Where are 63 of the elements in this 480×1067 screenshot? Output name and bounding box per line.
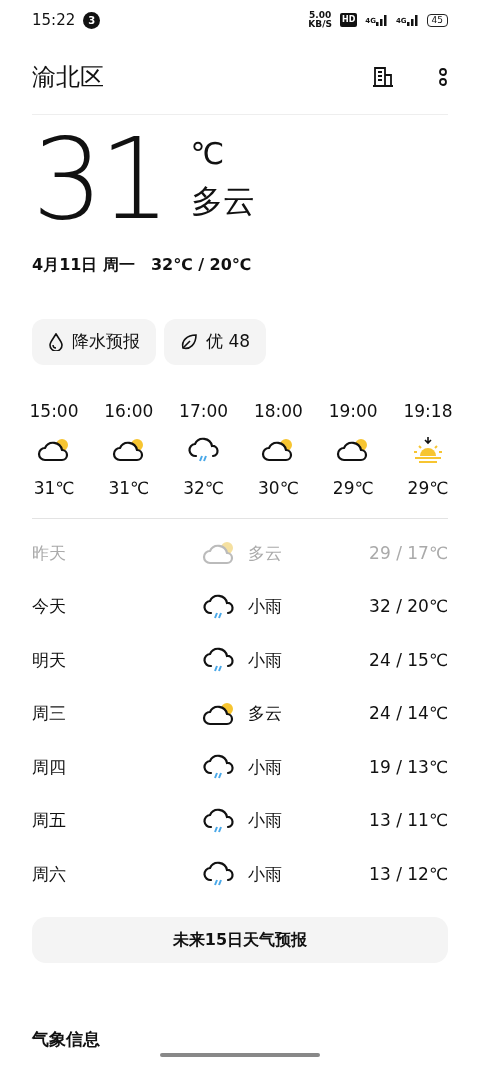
day-temperature-range: 19 / 13℃ [369, 755, 448, 779]
hour-time: 16:00 [104, 399, 154, 423]
day-name: 周三 [32, 702, 67, 725]
day-name: 明天 [32, 648, 67, 672]
day-condition: 小雨 [248, 862, 283, 886]
day-name: 周六 [32, 862, 67, 886]
day-name: 周五 [32, 809, 67, 832]
temperature-unit: ℃ [190, 139, 226, 169]
home-indicator[interactable] [160, 1052, 320, 1057]
hour-temperature: 30℃ [258, 477, 299, 500]
day-condition: 多云 [248, 541, 283, 565]
day-condition: 小雨 [248, 809, 283, 832]
cloud-rain-icon [186, 436, 221, 464]
forecast-button[interactable]: 未来15日天气预报 [32, 917, 448, 963]
date-text: 4月11日 周一 [32, 254, 135, 276]
hour-temperature: 29℃ [332, 477, 374, 500]
day-condition: 多云 [248, 702, 283, 725]
hour-time: 19:00 [328, 399, 378, 423]
signal-icon [375, 14, 388, 26]
day-temperature-range: 24 / 15℃ [369, 648, 448, 672]
status-time: 15:22 [32, 9, 76, 31]
day-name: 今天 [32, 595, 67, 618]
day-condition: 小雨 [248, 595, 283, 618]
drop-icon [48, 332, 64, 351]
cloud-sun-icon [111, 437, 146, 463]
section-title: 气象信息 [32, 1028, 100, 1051]
hour-time: 19:18 [403, 399, 453, 423]
notification-badge: 3 [83, 11, 101, 29]
hour-time: 18:00 [253, 399, 303, 423]
temperature-range: 32℃ / 20℃ [150, 254, 252, 276]
building-icon[interactable] [372, 66, 394, 88]
day-temperature-range: 24 / 14℃ [369, 702, 448, 725]
cloud-sun-icon [202, 700, 236, 727]
day-temperature-range: 32 / 20℃ [369, 595, 448, 618]
cloud-rain-icon [202, 592, 236, 621]
cloud-sun-icon [37, 437, 71, 463]
day-temperature-range: 29 / 17℃ [369, 541, 448, 565]
day-temperature-range: 13 / 12℃ [369, 862, 448, 886]
current-condition: 多云 [190, 185, 255, 217]
signal-icon [406, 14, 419, 26]
day-name: 周四 [32, 755, 67, 779]
current-temperature: 31 [32, 123, 167, 235]
hour-time: 15:00 [29, 399, 79, 423]
battery-indicator: 45 [426, 13, 448, 27]
info-chip[interactable]: 优 48 [164, 319, 267, 365]
hour-temperature: 31℃ [108, 477, 150, 500]
more-icon[interactable] [438, 66, 448, 88]
day-name: 昨天 [32, 541, 67, 565]
network-speed: 5.00 KB/S [308, 11, 332, 29]
day-condition: 小雨 [248, 648, 283, 672]
hour-time: 17:00 [179, 399, 229, 423]
sunset-icon [411, 436, 445, 464]
hour-temperature: 32℃ [183, 477, 224, 500]
location-title: 渝北区 [32, 62, 104, 93]
cloud-rain-icon [202, 806, 236, 835]
hour-temperature: 31℃ [33, 477, 75, 500]
day-condition: 小雨 [248, 755, 283, 779]
leaf-icon [180, 332, 198, 351]
hd-badge: HD [339, 13, 358, 27]
day-temperature-range: 13 / 11℃ [369, 809, 448, 832]
cloud-sun-icon [202, 540, 236, 567]
hour-temperature: 29℃ [407, 477, 449, 500]
info-chip[interactable]: 降水预报 [32, 319, 156, 365]
